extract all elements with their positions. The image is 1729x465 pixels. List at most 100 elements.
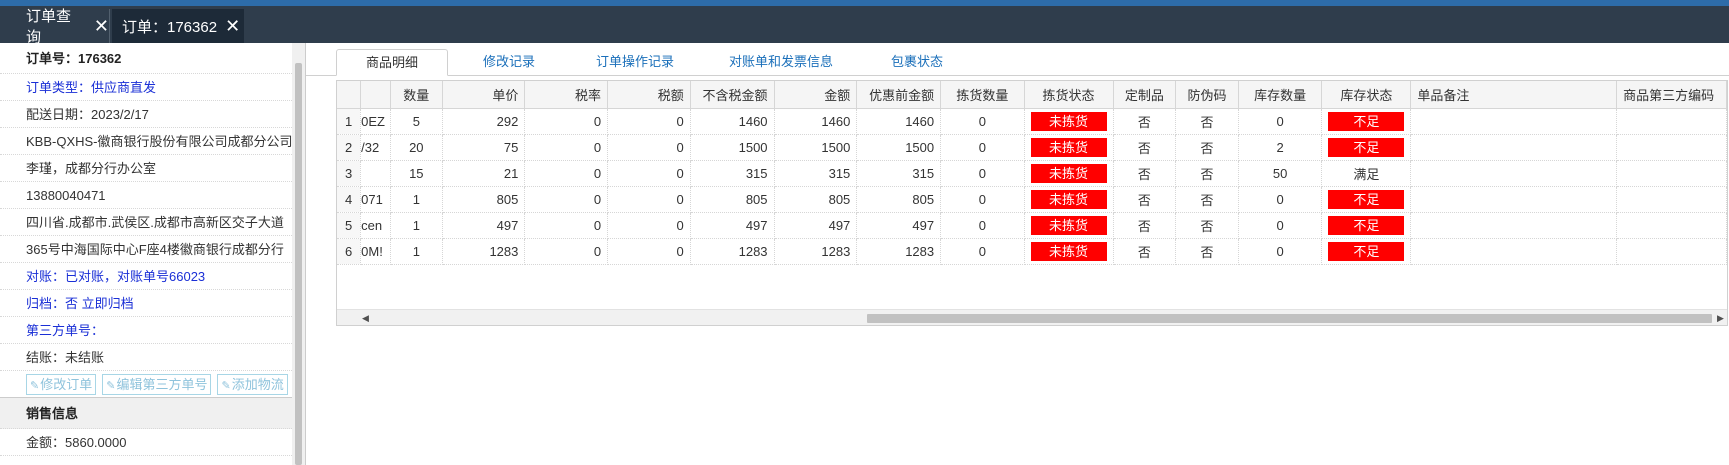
add-logistics-button[interactable]: ✎添加物流 bbox=[217, 373, 288, 395]
col-header-tax[interactable]: 税额 bbox=[607, 81, 691, 109]
cell-tax: 0 bbox=[607, 160, 691, 187]
col-header-pick-qty[interactable]: 拣货数量 bbox=[940, 81, 1025, 109]
col-header-price[interactable]: 单价 bbox=[442, 81, 526, 109]
cell-name bbox=[360, 160, 391, 187]
cell-stock: 50 bbox=[1238, 160, 1323, 187]
table-row[interactable]: 3 15 21 0 0 315 315 315 0 未拣货否否 50 满足 bbox=[337, 160, 1727, 187]
cell-pre: 805 bbox=[856, 186, 942, 213]
table-row[interactable]: 4 071 1 805 0 0 805 805 805 0 未拣货否否 0 不足 bbox=[337, 186, 1727, 213]
col-header-stock-status[interactable]: 库存状态 bbox=[1321, 81, 1412, 109]
cell-name: 0M! bbox=[360, 238, 391, 265]
cell-qty: 20 bbox=[390, 134, 443, 161]
cell-pre: 1500 bbox=[856, 134, 942, 161]
cell-rate: 0 bbox=[524, 160, 609, 187]
cell-amt: 805 bbox=[774, 186, 858, 213]
col-header-qty[interactable]: 数量 bbox=[390, 81, 443, 109]
table-row[interactable]: 1 0EZ 5 292 0 0 1460 1460 1460 0 未拣货否否 0 不足 bbox=[337, 108, 1727, 135]
left-scrollbar[interactable] bbox=[292, 43, 305, 465]
cell-tax: 0 bbox=[607, 238, 691, 265]
tab-package-status[interactable]: 包裹状态 bbox=[862, 49, 972, 76]
table-row[interactable]: 6 0M! 1 1283 0 0 1283 1283 1283 0 未拣货否否 0 不足 bbox=[337, 238, 1727, 265]
scroll-thumb[interactable] bbox=[867, 314, 1712, 323]
cell-code bbox=[1616, 212, 1727, 239]
table-row[interactable]: 5 cen 1 497 0 0 497 497 497 0 未拣货否否 0 不足 bbox=[337, 212, 1727, 239]
button-label: 修改订单 bbox=[40, 376, 93, 392]
cell-custom: 否 bbox=[1113, 212, 1177, 239]
tab-modify-log[interactable]: 修改记录 bbox=[454, 49, 564, 76]
cell-qty: 15 bbox=[390, 160, 443, 187]
cell-amt: 1283 bbox=[774, 238, 858, 265]
status-badge: 未拣货 bbox=[1030, 189, 1107, 209]
cell-tax: 0 bbox=[607, 186, 691, 213]
tab-bar: 订单查询 ✕ 订单：176362 ✕ bbox=[0, 6, 1729, 46]
close-icon[interactable]: ✕ bbox=[94, 16, 109, 37]
status-badge: 未拣货 bbox=[1030, 111, 1107, 131]
status-badge: 未拣货 bbox=[1030, 215, 1107, 235]
reconcile-status[interactable]: 对账：已对账，对账单号66023 bbox=[0, 263, 292, 290]
status-badge: 不足 bbox=[1328, 111, 1405, 131]
cell-rate: 0 bbox=[524, 186, 609, 213]
cell-stockst: 不足 bbox=[1321, 186, 1412, 213]
col-header-tax-rate[interactable]: 税率 bbox=[524, 81, 609, 109]
cell-stock: 0 bbox=[1238, 238, 1323, 265]
cell-amt: 497 bbox=[774, 212, 858, 239]
cell-pick: 0 bbox=[940, 108, 1025, 135]
detail-tabs: 商品明细 修改记录 订单操作记录 对账单和发票信息 包裹状态 bbox=[306, 43, 1729, 76]
tab-operation-log[interactable]: 订单操作记录 bbox=[572, 49, 698, 76]
cell-remark bbox=[1410, 238, 1618, 265]
cell-pre: 1283 bbox=[856, 238, 942, 265]
status-badge: 不足 bbox=[1328, 241, 1405, 261]
tab-product-detail[interactable]: 商品明细 bbox=[336, 49, 448, 76]
cell-amt: 315 bbox=[774, 160, 858, 187]
tab-order-query[interactable]: 订单查询 ✕ bbox=[16, 8, 110, 46]
cell-stock: 2 bbox=[1238, 134, 1323, 161]
horizontal-scrollbar[interactable]: ◀ ▶ bbox=[337, 309, 1727, 325]
cell-anti: 否 bbox=[1175, 108, 1239, 135]
edit-third-party-button[interactable]: ✎编辑第三方单号 bbox=[102, 373, 212, 395]
cell-amt: 1500 bbox=[774, 134, 858, 161]
cell-rate: 0 bbox=[524, 134, 609, 161]
scroll-right-icon[interactable]: ▶ bbox=[1712, 310, 1727, 325]
cell-qty: 1 bbox=[390, 186, 443, 213]
cell-price: 21 bbox=[442, 160, 526, 187]
cell-net: 315 bbox=[690, 160, 775, 187]
sales-info-title: 销售信息 bbox=[0, 398, 292, 429]
table-body: 1 0EZ 5 292 0 0 1460 1460 1460 0 未拣货否否 0 不足 2/32 20 75 0… bbox=[337, 108, 1727, 265]
tab-statement-invoice[interactable]: 对账单和发票信息 bbox=[706, 49, 856, 76]
cell-rate: 0 bbox=[524, 238, 609, 265]
cell-anti: 否 bbox=[1175, 186, 1239, 213]
cell-tax: 0 bbox=[607, 108, 691, 135]
phone-number: 13880040471 bbox=[0, 182, 292, 209]
col-header-pre-discount[interactable]: 优惠前金额 bbox=[856, 81, 942, 109]
cell-custom: 否 bbox=[1113, 238, 1177, 265]
cell-qty: 1 bbox=[390, 212, 443, 239]
col-header-anti-fake[interactable]: 防伪码 bbox=[1175, 81, 1239, 109]
close-icon[interactable]: ✕ bbox=[225, 16, 240, 37]
cell-n: 6 bbox=[337, 238, 362, 265]
col-header-pick-status[interactable]: 拣货状态 bbox=[1024, 81, 1114, 109]
detail-panel: 商品明细 修改记录 订单操作记录 对账单和发票信息 包裹状态 数量 单价 税率 bbox=[306, 43, 1729, 465]
cell-stockst: 不足 bbox=[1321, 108, 1412, 135]
col-header-net[interactable]: 不含税金额 bbox=[690, 81, 775, 109]
col-header-custom[interactable]: 定制品 bbox=[1113, 81, 1177, 109]
col-header-third-code[interactable]: 商品第三方编码 bbox=[1616, 81, 1727, 109]
edit-order-button[interactable]: ✎修改订单 bbox=[26, 373, 97, 395]
table-row[interactable]: 2/32 20 75 0 0 1500 1500 1500 0 未拣货否否 2 不足 bbox=[337, 134, 1727, 161]
cell-pickst: 未拣货 bbox=[1024, 238, 1114, 265]
action-buttons: ✎修改订单 ✎编辑第三方单号 ✎添加物流 bbox=[0, 371, 292, 398]
tab-order-detail[interactable]: 订单：176362 ✕ bbox=[112, 9, 244, 43]
col-header-remark[interactable]: 单品备注 bbox=[1410, 81, 1618, 109]
product-grid: 数量 单价 税率 税额 不含税金额 金额 优惠前金额 拣货数量 拣货状态 定制品… bbox=[336, 80, 1728, 326]
cell-amt: 1460 bbox=[774, 108, 858, 135]
cell-net: 805 bbox=[690, 186, 775, 213]
scroll-left-icon[interactable]: ◀ bbox=[357, 310, 374, 325]
cell-pickst: 未拣货 bbox=[1024, 212, 1114, 239]
cell-pickst: 未拣货 bbox=[1024, 160, 1114, 187]
cell-custom: 否 bbox=[1113, 186, 1177, 213]
scroll-thumb[interactable] bbox=[295, 63, 302, 465]
cell-stock: 0 bbox=[1238, 108, 1323, 135]
archive-status[interactable]: 归档：否 立即归档 bbox=[0, 290, 292, 317]
cell-pickst: 未拣货 bbox=[1024, 134, 1114, 161]
col-header-amount[interactable]: 金额 bbox=[774, 81, 858, 109]
col-header-stock-qty[interactable]: 库存数量 bbox=[1238, 81, 1323, 109]
